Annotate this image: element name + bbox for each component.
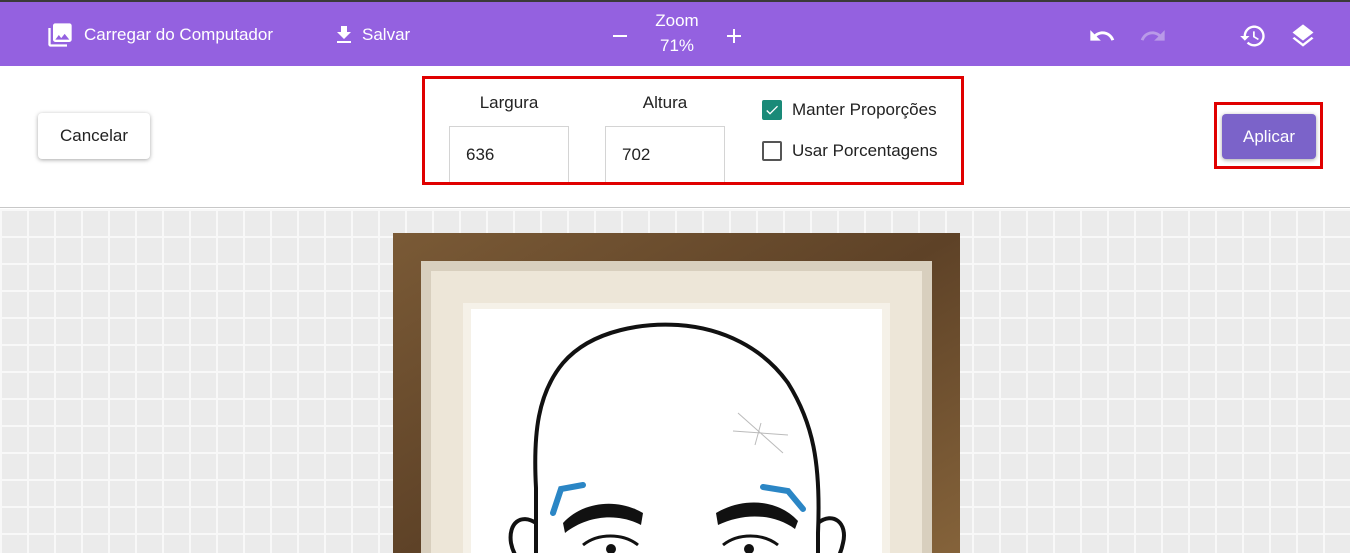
image-icon: [48, 23, 72, 47]
download-icon: [337, 26, 351, 43]
height-label: Altura: [642, 93, 688, 112]
cancel-button[interactable]: Cancelar: [38, 113, 150, 159]
save-button[interactable]: Salvar: [332, 2, 410, 68]
zoom-label: Zoom: [655, 11, 699, 30]
use-percent-box-icon[interactable]: [762, 141, 782, 161]
apply-button[interactable]: Aplicar: [1222, 114, 1316, 159]
use-percent-checkbox[interactable]: Usar Porcentagens: [762, 141, 938, 161]
keep-ratio-label: Manter Proporções: [792, 100, 937, 119]
use-percent-label: Usar Porcentagens: [792, 141, 938, 160]
keep-ratio-checkbox[interactable]: Manter Proporções: [762, 100, 937, 120]
keep-ratio-check-icon[interactable]: [762, 100, 782, 120]
undo-icon[interactable]: [1088, 22, 1116, 50]
height-input[interactable]: 702: [605, 126, 725, 182]
resize-toolbar: Cancelar Largura Altura 636 702 Manter P…: [0, 66, 1350, 208]
layers-icon[interactable]: [1289, 22, 1317, 50]
editor-canvas[interactable]: [0, 209, 1350, 553]
redo-icon[interactable]: [1139, 22, 1167, 50]
top-toolbar: Carregar do Computador Salvar Zoom 71%: [0, 0, 1350, 66]
plus-icon[interactable]: [722, 24, 746, 48]
width-label: Largura: [479, 93, 539, 112]
load-from-computer-label: Carregar do Computador: [84, 25, 273, 44]
load-from-computer-button[interactable]: Carregar do Computador: [46, 2, 273, 68]
save-label: Salvar: [362, 25, 411, 44]
history-icon[interactable]: [1239, 22, 1267, 50]
framed-image[interactable]: [393, 233, 960, 553]
zoom-value: 71%: [659, 36, 695, 55]
minus-icon[interactable]: [608, 24, 632, 48]
width-input[interactable]: 636: [449, 126, 569, 182]
